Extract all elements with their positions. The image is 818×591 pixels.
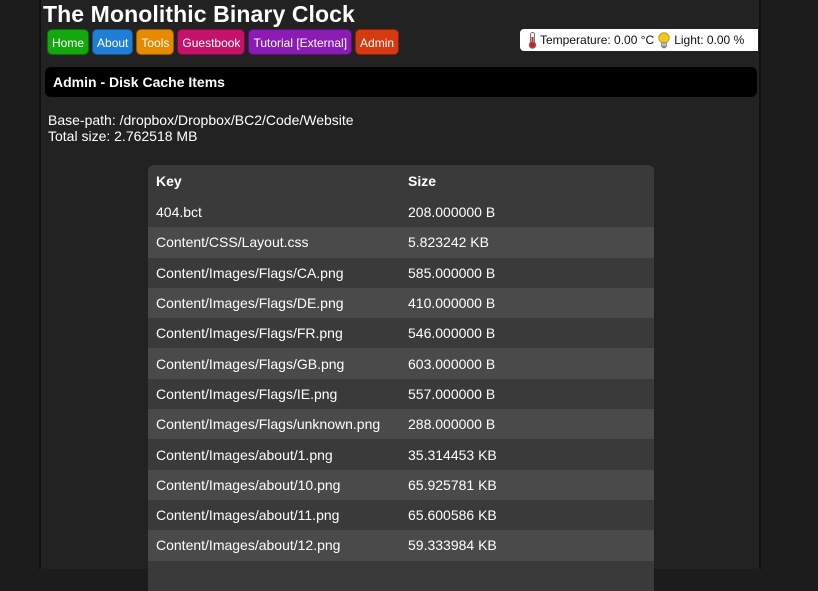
light-readout: Light: 0.00 %	[674, 33, 745, 47]
column-header-key: Key	[148, 165, 400, 197]
cell-size	[400, 560, 654, 591]
table-row: Content/Images/Flags/DE.png 410.000000 B	[148, 287, 654, 319]
nav-guestbook-button[interactable]: Guestbook	[177, 29, 246, 55]
total-size-text: Total size: 2.762518 MB	[48, 128, 198, 144]
cell-size: 585.000000 B	[400, 257, 654, 288]
table-row: Content/Images/Flags/IE.png 557.000000 B	[148, 378, 654, 410]
cell-key: Content/Images/about/12.png	[148, 530, 400, 561]
cell-size: 603.000000 B	[400, 348, 654, 379]
cache-info: Base-path: /dropbox/Dropbox/BC2/Code/Web…	[48, 112, 354, 144]
base-path-text: Base-path: /dropbox/Dropbox/BC2/Code/Web…	[48, 112, 354, 128]
table-row: Content/Images/about/11.png 65.600586 KB	[148, 499, 654, 531]
cell-size: 288.000000 B	[400, 409, 654, 440]
table-row: Content/Images/about/10.png 65.925781 KB	[148, 469, 654, 500]
cell-key: Content/Images/Flags/GB.png	[148, 348, 400, 379]
nav-about-button[interactable]: About	[92, 29, 134, 55]
cell-size: 65.600586 KB	[400, 499, 654, 531]
cell-size: 208.000000 B	[400, 197, 654, 228]
table-row: Content/Images/about/1.png 35.314453 KB	[148, 439, 654, 470]
table-row	[148, 560, 654, 591]
table-row: Content/Images/about/12.png 59.333984 KB	[148, 530, 654, 561]
table-header-row: Key Size	[148, 165, 654, 197]
nav-tools-button[interactable]: Tools	[136, 29, 175, 55]
cell-key: Content/Images/about/10.png	[148, 469, 400, 500]
cell-size: 35.314453 KB	[400, 439, 654, 470]
nav-admin-button[interactable]: Admin	[355, 29, 400, 55]
cache-table-container: Key Size 404.bct 208.000000 B Content/CSS…	[148, 165, 654, 591]
table-row: Content/CSS/Layout.css 5.823242 KB	[148, 227, 654, 258]
cell-key: Content/Images/Flags/FR.png	[148, 318, 400, 349]
cell-size: 557.000000 B	[400, 378, 654, 410]
cell-size: 410.000000 B	[400, 287, 654, 319]
main-nav: Home About Tools Guestbook Tutorial [Ext…	[47, 29, 400, 55]
lightbulb-icon	[658, 31, 670, 48]
nav-tutorial-button[interactable]: Tutorial [External]	[248, 29, 353, 55]
cell-key: Content/Images/Flags/CA.png	[148, 257, 400, 288]
cache-items-table: Key Size 404.bct 208.000000 B Content/CSS…	[148, 165, 654, 591]
cell-key: Content/CSS/Layout.css	[148, 227, 400, 258]
table-row: 404.bct 208.000000 B	[148, 197, 654, 228]
cell-key: Content/Images/Flags/unknown.png	[148, 409, 400, 440]
cell-size: 65.925781 KB	[400, 469, 654, 500]
site-title[interactable]: The Monolithic Binary Clock	[43, 1, 355, 28]
section-title: Admin - Disk Cache Items	[45, 67, 757, 97]
thermometer-icon	[528, 31, 537, 49]
column-header-size: Size	[400, 165, 654, 197]
cell-key: Content/Images/Flags/IE.png	[148, 378, 400, 410]
cell-size: 546.000000 B	[400, 318, 654, 349]
cell-key: Content/Images/about/1.png	[148, 439, 400, 470]
temperature-readout: Temperature: 0.00 °C	[540, 33, 655, 47]
sensor-status-box: Temperature: 0.00 °C Light: 0.00 %	[520, 29, 758, 51]
table-row: Content/Images/Flags/CA.png 585.000000 B	[148, 257, 654, 288]
cell-size: 59.333984 KB	[400, 530, 654, 561]
cell-key	[148, 560, 400, 591]
table-row: Content/Images/Flags/GB.png 603.000000 B	[148, 348, 654, 379]
cell-key: 404.bct	[148, 197, 400, 228]
table-row: Content/Images/Flags/unknown.png 288.0000…	[148, 409, 654, 440]
cell-key: Content/Images/Flags/DE.png	[148, 287, 400, 319]
table-row: Content/Images/Flags/FR.png 546.000000 B	[148, 318, 654, 349]
cell-size: 5.823242 KB	[400, 227, 654, 258]
nav-home-button[interactable]: Home	[47, 29, 90, 55]
page-container: The Monolithic Binary Clock Home About T…	[39, 0, 761, 591]
cell-key: Content/Images/about/11.png	[148, 499, 400, 531]
